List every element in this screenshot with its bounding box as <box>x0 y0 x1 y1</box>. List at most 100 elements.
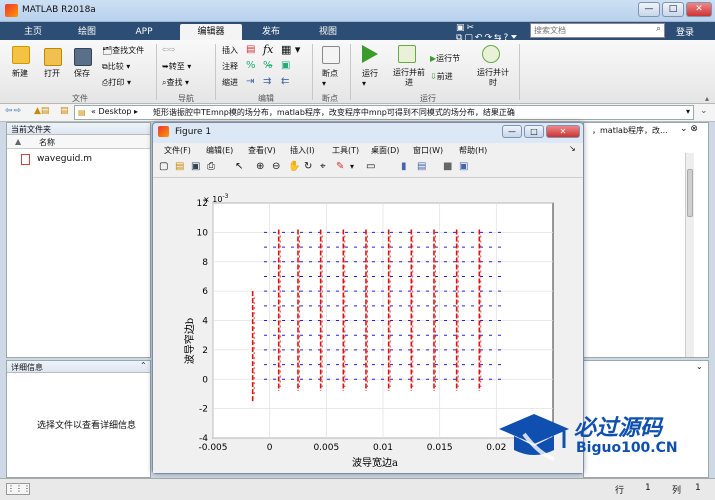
vertical-scrollbar[interactable] <box>685 153 694 357</box>
browse-folder-icon[interactable]: ▤ <box>60 106 69 116</box>
advance-button[interactable]: ⇩前进 <box>430 71 453 82</box>
decrease-indent-icon[interactable]: ⇇ <box>281 76 289 87</box>
path-root-crumb[interactable]: « Desktop ▸ <box>91 107 138 116</box>
path-dropdown-icon[interactable]: ▾ <box>686 107 690 116</box>
watermark-site: Biguo100.CN <box>576 440 678 456</box>
smart-indent-icon[interactable]: ⇥ <box>246 76 254 87</box>
increase-indent-icon[interactable]: ⇉ <box>263 76 271 87</box>
collapse-ribbon-icon[interactable]: ▴ <box>705 94 709 103</box>
compare-button[interactable]: ⧉比较 ▾ <box>102 61 130 72</box>
run-section-button[interactable]: ▶运行节 <box>430 53 460 64</box>
run-and-time-button[interactable]: 运行并计时 <box>477 68 509 88</box>
legend-icon[interactable]: ▤ <box>417 161 426 172</box>
tab-plots[interactable]: 绘图 <box>66 24 108 40</box>
close-button[interactable]: ✕ <box>686 2 712 17</box>
search-field[interactable]: ⌕ <box>530 23 665 38</box>
name-column-header[interactable]: 名称 <box>39 137 55 148</box>
find-files-button[interactable]: 🗂查找文件 <box>102 45 144 56</box>
maximize-button[interactable]: □ <box>662 2 684 17</box>
hide-plot-tools-icon[interactable]: ■ <box>443 161 452 172</box>
rotate-3d-icon[interactable]: ↻ <box>304 161 312 172</box>
insert-button[interactable]: 插入 <box>222 45 238 56</box>
figure-close-button[interactable]: ✕ <box>546 125 580 138</box>
col-value: 1 <box>695 483 701 493</box>
dock-figure-icon[interactable]: ↘ <box>569 144 576 153</box>
minimize-button[interactable]: — <box>638 2 660 17</box>
figure-maximize-button[interactable]: □ <box>524 125 544 138</box>
section-run-label: 运行 <box>420 94 436 103</box>
up-folder-icon[interactable]: ▲▤ <box>34 106 49 116</box>
brush-dropdown-icon[interactable]: ▾ <box>350 162 354 171</box>
figure-minimize-button[interactable]: — <box>502 125 522 138</box>
scrollbar-thumb[interactable] <box>687 169 693 217</box>
function-icon[interactable]: fx <box>263 43 273 56</box>
menu-tools[interactable]: 工具(T) <box>332 145 359 156</box>
zoom-in-icon[interactable]: ⊕ <box>256 161 264 172</box>
menu-edit[interactable]: 编辑(E) <box>206 145 233 156</box>
zoom-out-icon[interactable]: ⊖ <box>272 161 280 172</box>
menu-desktop[interactable]: 桌面(D) <box>371 145 399 156</box>
new-figure-icon[interactable]: ▢ <box>159 161 168 172</box>
run-time-icon <box>482 45 500 63</box>
new-button[interactable]: 新建 <box>12 68 28 79</box>
find-button[interactable]: ⌕查找 ▾ <box>162 77 189 88</box>
edit-plot-icon[interactable]: ↖ <box>235 161 243 172</box>
path-options-icon[interactable]: ⌄ <box>700 106 708 116</box>
open-button[interactable]: 打开 <box>44 68 60 79</box>
uncomment-icon[interactable]: %̶ <box>263 60 273 71</box>
menu-help[interactable]: 帮助(H) <box>459 145 487 156</box>
wrap-comment-icon[interactable]: ▣ <box>281 60 290 71</box>
save-button[interactable]: 保存 <box>74 68 90 79</box>
status-grip-icon[interactable]: ⋮⋮⋮ <box>6 483 31 495</box>
run-advance-button[interactable]: 运行并前进 <box>393 68 425 88</box>
back-forward-icon[interactable]: ⇦⇨ <box>162 45 175 54</box>
ribbon-divider <box>312 44 313 100</box>
insert-options-icon[interactable]: ▦ ▾ <box>281 43 300 56</box>
goto-button[interactable]: ➥转至 ▾ <box>162 61 191 72</box>
search-input[interactable] <box>531 24 643 37</box>
search-icon[interactable]: ⌕ <box>656 24 661 34</box>
menu-view[interactable]: 查看(V) <box>248 145 276 156</box>
menu-window[interactable]: 窗口(W) <box>413 145 443 156</box>
quick-access-toolbar[interactable]: ▣✂⧉▢↶↷⇆?⏷ <box>456 23 526 43</box>
breakpoints-button[interactable]: 断点 ▾ <box>322 68 338 88</box>
file-item-waveguid[interactable]: waveguid.m <box>37 154 92 164</box>
pan-icon[interactable]: ✋ <box>288 161 300 172</box>
comment-icon[interactable]: % <box>246 60 256 71</box>
comment-button[interactable]: 注释 <box>222 61 238 72</box>
x-tick-label: 0.01 <box>373 443 393 453</box>
sort-ascending-icon[interactable]: ▲ <box>15 137 21 146</box>
status-bar: ⋮⋮⋮ 行 1 列 1 <box>0 478 715 500</box>
indent-button[interactable]: 缩进 <box>222 77 238 88</box>
y-tick-label: -2 <box>199 405 208 415</box>
insert-section-icon[interactable]: ▤ <box>246 44 255 55</box>
show-plot-tools-icon[interactable]: ▣ <box>459 161 468 172</box>
print-button[interactable]: ⎙打印 ▾ <box>102 77 131 88</box>
data-cursor-icon[interactable]: ⌖ <box>320 161 326 172</box>
brush-icon[interactable]: ✎ <box>336 161 344 172</box>
y-tick-label: 8 <box>202 258 208 268</box>
tab-editor[interactable]: 编辑器 <box>180 24 242 40</box>
menu-insert[interactable]: 插入(I) <box>290 145 315 156</box>
figure-menu-bar: 文件(F) 编辑(E) 查看(V) 插入(I) 工具(T) 桌面(D) 窗口(W… <box>153 143 583 158</box>
workspace-collapse-icon[interactable]: ⌄ <box>696 362 703 371</box>
login-button[interactable]: 登录 <box>676 25 694 38</box>
current-path-field[interactable]: ▤ « Desktop ▸ 矩形谐振腔中TEmnp模的场分布，matlab程序，… <box>74 105 694 120</box>
tab-view[interactable]: 视图 <box>302 24 354 40</box>
print-figure-icon[interactable]: ⎙ <box>207 161 215 172</box>
tab-home[interactable]: 主页 <box>14 24 52 40</box>
path-crumb[interactable]: 矩形谐振腔中TEmnp模的场分布，matlab程序，改变程序中mnp可得到不同模… <box>153 107 515 118</box>
tab-apps[interactable]: APP <box>122 24 166 40</box>
run-button[interactable]: 运行 ▾ <box>362 68 378 88</box>
details-collapse-icon[interactable]: ⌃ <box>140 361 147 370</box>
colorbar-icon[interactable]: ▮ <box>401 161 407 172</box>
ribbon-divider <box>156 44 157 100</box>
nav-arrows-icon[interactable]: ⇦⇨ <box>5 106 22 116</box>
save-figure-icon[interactable]: ▣ <box>191 161 200 172</box>
tab-publish[interactable]: 发布 <box>248 24 294 40</box>
menu-file[interactable]: 文件(F) <box>164 145 191 156</box>
panel-options-icon[interactable]: ⌄ ⊗ <box>680 124 698 134</box>
panel-header: 当前文件夹 <box>7 123 150 135</box>
link-plot-icon[interactable]: ▭ <box>366 161 375 172</box>
open-file-icon[interactable]: ▤ <box>175 161 184 172</box>
